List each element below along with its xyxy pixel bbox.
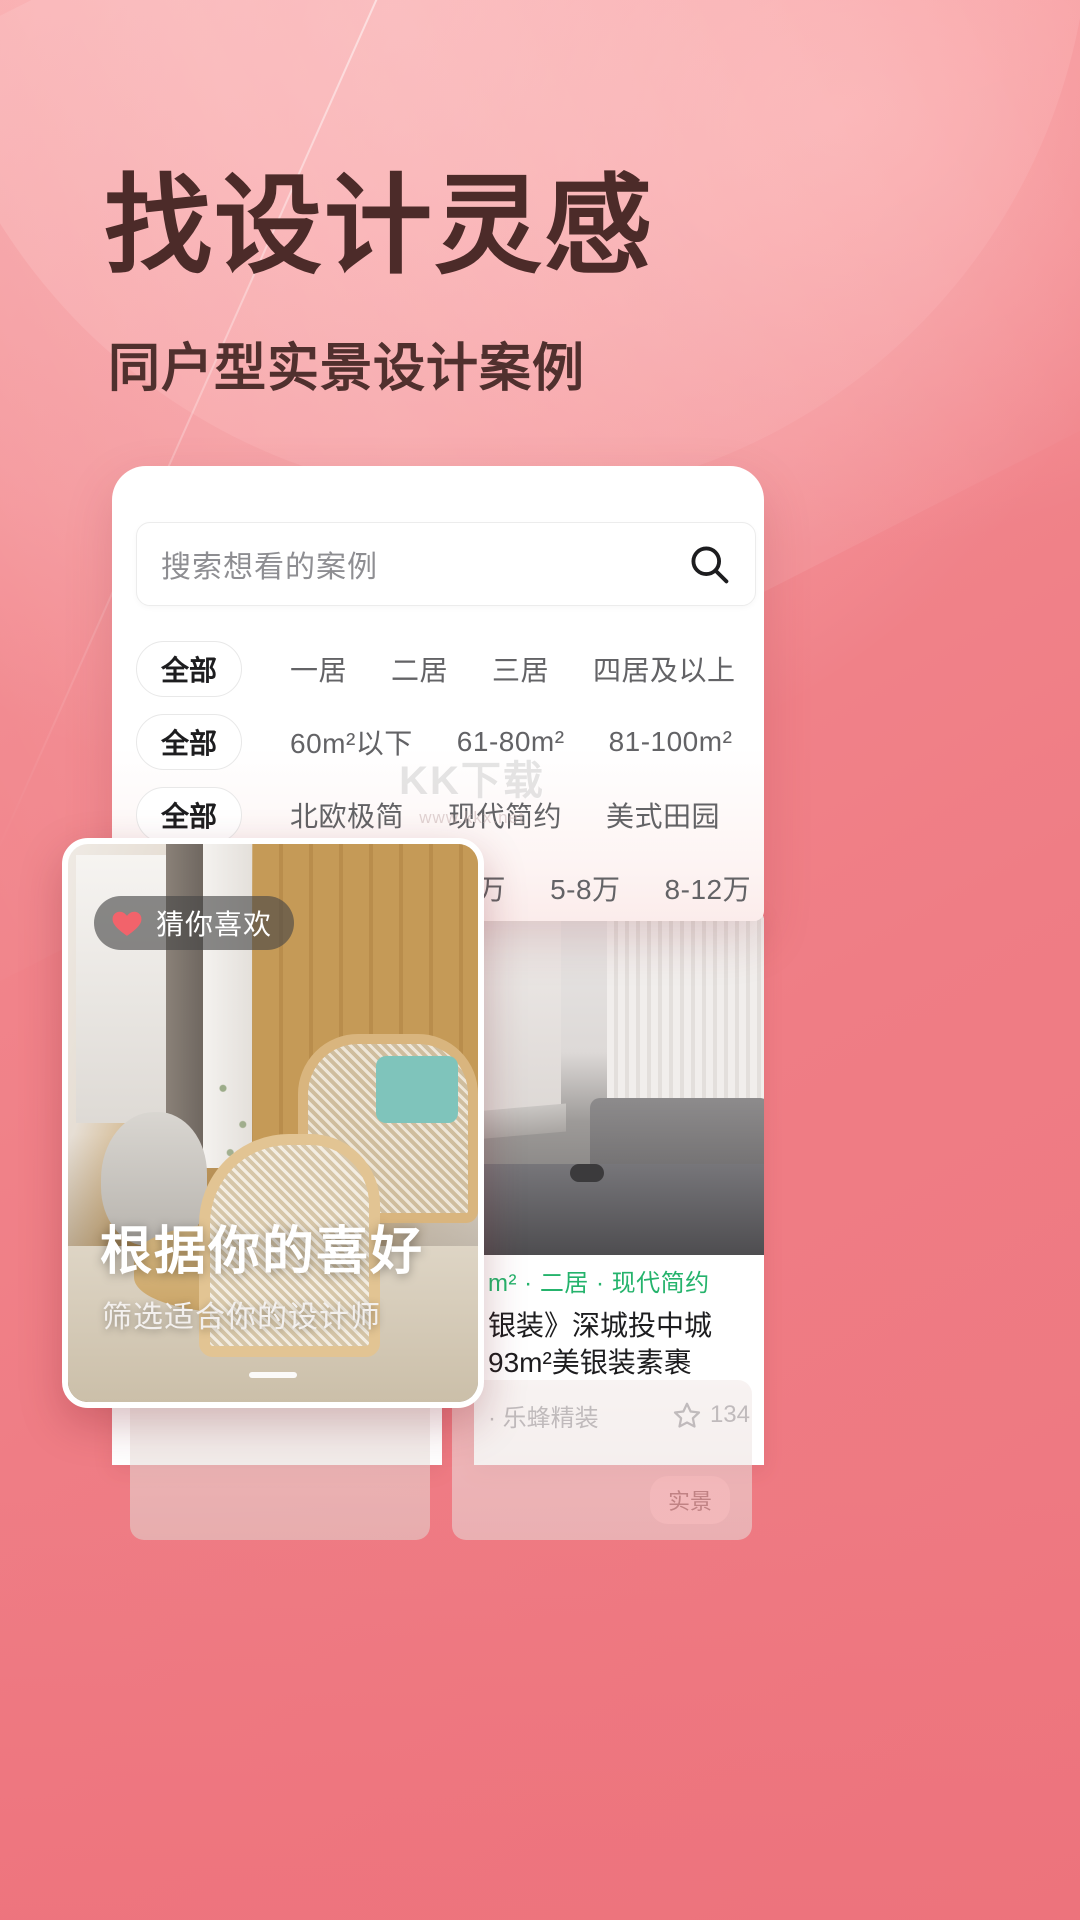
filter-option-area-3[interactable]: 81-100m² <box>587 726 755 758</box>
photo-robot-vacuum <box>569 1164 604 1182</box>
filter-option-rooms-3[interactable]: 三居 <box>470 649 571 689</box>
heart-icon <box>110 906 144 940</box>
filter-option-area-4[interactable]: 101-120m² <box>754 726 764 758</box>
promo-card[interactable]: 猜你喜欢 根据你的喜好 筛选适合你的设计师 <box>62 838 484 1408</box>
page-subtitle: 同户型实景设计案例 <box>108 340 586 398</box>
filter-option-style-1[interactable]: 北欧极简 <box>268 795 426 835</box>
filter-option-rooms-5[interactable]: 复式 <box>758 649 764 689</box>
filter-option-style-4[interactable]: 日式 <box>742 795 764 835</box>
photo-wall-left <box>474 905 561 1129</box>
promo-subtitle: 筛选适合你的设计师 <box>102 1301 381 1334</box>
filter-option-budget-4[interactable]: 8-12万 <box>643 868 764 908</box>
photo-pillow <box>375 1056 458 1123</box>
filter-option-rooms-4[interactable]: 四居及以上 <box>571 649 758 689</box>
promo-badge: 猜你喜欢 <box>94 896 295 950</box>
search-input[interactable]: 搜索想看的案例 <box>161 542 687 586</box>
filter-option-rooms-1[interactable]: 一居 <box>268 649 369 689</box>
filter-chip-all-area[interactable]: 全部 <box>136 714 242 770</box>
filter-row-rooms: 全部 一居 二居 三居 四居及以上 复式 样板间 <box>136 638 764 700</box>
promo-title: 根据你的喜好 <box>100 1223 425 1281</box>
filter-row-area: 全部 60m²以下 61-80m² 81-100m² 101-120m² 1 <box>136 711 764 773</box>
filter-chip-all-rooms[interactable]: 全部 <box>136 641 242 697</box>
filter-option-rooms-2[interactable]: 二居 <box>369 649 470 689</box>
result-photo-right <box>474 905 764 1255</box>
search-icon[interactable] <box>687 542 731 586</box>
filter-chip-all-style[interactable]: 全部 <box>136 787 242 843</box>
status-badge: 实景 <box>649 1476 730 1524</box>
photo-floor <box>474 1164 764 1255</box>
carousel-indicator[interactable] <box>249 1372 297 1378</box>
result-title: 银装》深城投中城93m²美银装素裹 <box>488 1310 713 1378</box>
filter-option-style-3[interactable]: 美式田园 <box>584 795 742 835</box>
search-bar[interactable]: 搜索想看的案例 <box>136 522 756 606</box>
filter-option-budget-3[interactable]: 5-8万 <box>528 868 642 908</box>
result-tags: m² · 二居 · 现代简约 <box>488 1270 710 1297</box>
promo-badge-label: 猜你喜欢 <box>156 909 273 940</box>
filter-row-style: 全部 北欧极简 现代简约 美式田园 日式 中式现代 <box>136 784 764 846</box>
background-bottom-gradient <box>0 1500 1080 1920</box>
filter-option-area-1[interactable]: 60m²以下 <box>268 722 435 762</box>
page-title: 找设计灵感 <box>104 165 655 286</box>
filter-option-area-2[interactable]: 61-80m² <box>435 726 587 758</box>
filter-option-style-2[interactable]: 现代简约 <box>426 795 584 835</box>
bottom-card-right[interactable]: 实景 <box>452 1380 752 1540</box>
